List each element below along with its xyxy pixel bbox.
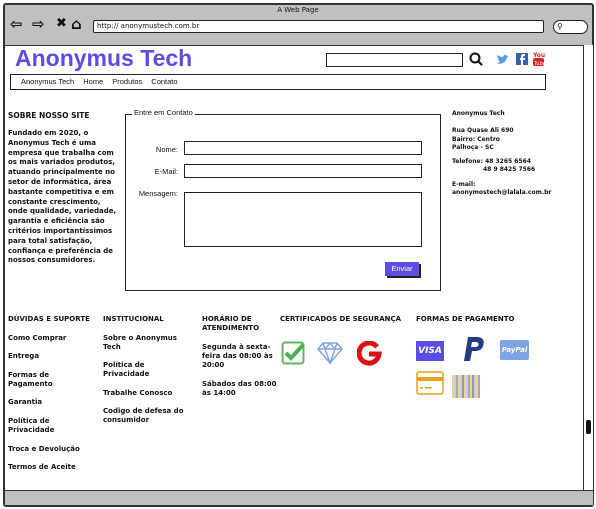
window-title: A Web Page xyxy=(277,6,319,14)
paypal-p-icon xyxy=(464,337,484,361)
address-bar[interactable]: http:// anonymustech.com.br xyxy=(93,20,544,33)
hours-title: HORÁRIO DE ATENDIMENTO xyxy=(202,315,260,332)
barcode-icon xyxy=(452,375,480,398)
back-icon[interactable]: ⇦ xyxy=(10,15,23,33)
submit-button[interactable]: Enviar xyxy=(385,262,419,276)
company-name: Anonymus Tech xyxy=(452,110,505,117)
stop-icon[interactable]: ✖ xyxy=(56,16,67,31)
about-text: Fundado em 2020, o Anonymus Tech é uma e… xyxy=(8,129,117,265)
phone-label: Telefone: xyxy=(452,157,483,165)
diamond-icon xyxy=(317,342,343,364)
phone: 48 3265 6564 xyxy=(485,157,531,165)
nav-home[interactable]: Home xyxy=(83,77,103,86)
nav-anonymus-tech[interactable]: Anonymus Tech xyxy=(21,77,74,86)
address-line: Palhoça - SC xyxy=(452,144,494,151)
visa-icon: VISA xyxy=(416,341,444,361)
payment-title: FORMAS DE PAGAMENTO xyxy=(416,315,515,323)
footer-link[interactable]: Termos de Aceite xyxy=(8,463,76,472)
footer-link[interactable]: Sobre o Anonymus Tech xyxy=(103,334,183,352)
footer-link[interactable]: Política de Privacidade xyxy=(8,417,63,435)
footer-link[interactable]: Como Comprar xyxy=(8,334,66,343)
company-info: Anonymus Tech Rua Quase Ali 690 Bairro: … xyxy=(452,110,551,198)
nav-contato[interactable]: Contato xyxy=(151,77,177,86)
scroll-thumb[interactable] xyxy=(586,420,591,434)
name-label: Nome: xyxy=(155,145,178,154)
email-label: E-mail: xyxy=(452,180,476,188)
footer-link[interactable]: Troca e Devolução xyxy=(8,445,80,454)
email-label: E-Mail: xyxy=(154,167,178,176)
twitter-icon[interactable] xyxy=(496,54,509,65)
institutional-title: INSTITUCIONAL xyxy=(103,315,164,323)
google-icon xyxy=(357,341,382,366)
forward-icon[interactable]: ⇨ xyxy=(32,15,45,33)
phone: 48 9 8425 7566 xyxy=(483,166,536,173)
svg-text:You: You xyxy=(532,52,545,59)
home-icon[interactable]: ⌂ xyxy=(71,15,82,33)
footer-link[interactable]: Trabalhe Conosco xyxy=(103,389,172,398)
contact-form-legend: Entre em Contato xyxy=(132,108,195,117)
hours-line: Segunda à sexta-feira das 08:00 às 20:00 xyxy=(202,343,273,369)
logo[interactable]: Anonymus Tech xyxy=(15,45,192,72)
status-bar xyxy=(5,490,593,505)
footer-link[interactable]: Codigo de defesa do consumidor xyxy=(103,407,188,425)
search-input[interactable] xyxy=(326,53,463,67)
search-icon: ⚲ xyxy=(557,22,563,31)
youtube-icon[interactable]: You Tube xyxy=(532,51,545,67)
nav-produtos[interactable]: Produtos xyxy=(112,77,142,86)
address-line: Rua Quase Ali 690 xyxy=(452,127,514,134)
message-textarea[interactable] xyxy=(184,192,422,247)
nav-bar: Anonymus Tech Home Produtos Contato xyxy=(10,74,546,90)
footer-link[interactable]: Formas de Pagamento xyxy=(8,371,63,389)
security-title: CERTIFICADOS DE SEGURANÇA xyxy=(280,315,402,323)
facebook-icon[interactable] xyxy=(516,53,528,65)
paypal-icon: PayPal xyxy=(500,340,529,360)
footer-link[interactable]: Política de Privacidade xyxy=(103,361,158,379)
email-input[interactable] xyxy=(184,164,422,178)
svg-text:Tube: Tube xyxy=(533,61,545,67)
name-input[interactable] xyxy=(184,141,422,155)
credit-card-icon xyxy=(416,371,444,395)
scrollbar[interactable] xyxy=(583,45,593,490)
footer-link[interactable]: Entrega xyxy=(8,352,39,361)
footer-link[interactable]: Garantia xyxy=(8,398,42,407)
check-certificate-icon xyxy=(281,341,305,365)
about-title: SOBRE NOSSO SITE xyxy=(8,111,90,120)
address-line: Bairro: Centro xyxy=(452,135,500,143)
search-icon[interactable] xyxy=(469,52,483,67)
support-title: DÚVIDAS E SUPORTE xyxy=(8,315,90,323)
message-label: Mensagem: xyxy=(138,189,178,198)
browser-search[interactable]: ⚲ xyxy=(553,20,588,34)
company-email[interactable]: anonymostech@lalala.com.br xyxy=(452,189,551,198)
hours-line: Sábados das 08:00 às 14:00 xyxy=(202,380,277,397)
